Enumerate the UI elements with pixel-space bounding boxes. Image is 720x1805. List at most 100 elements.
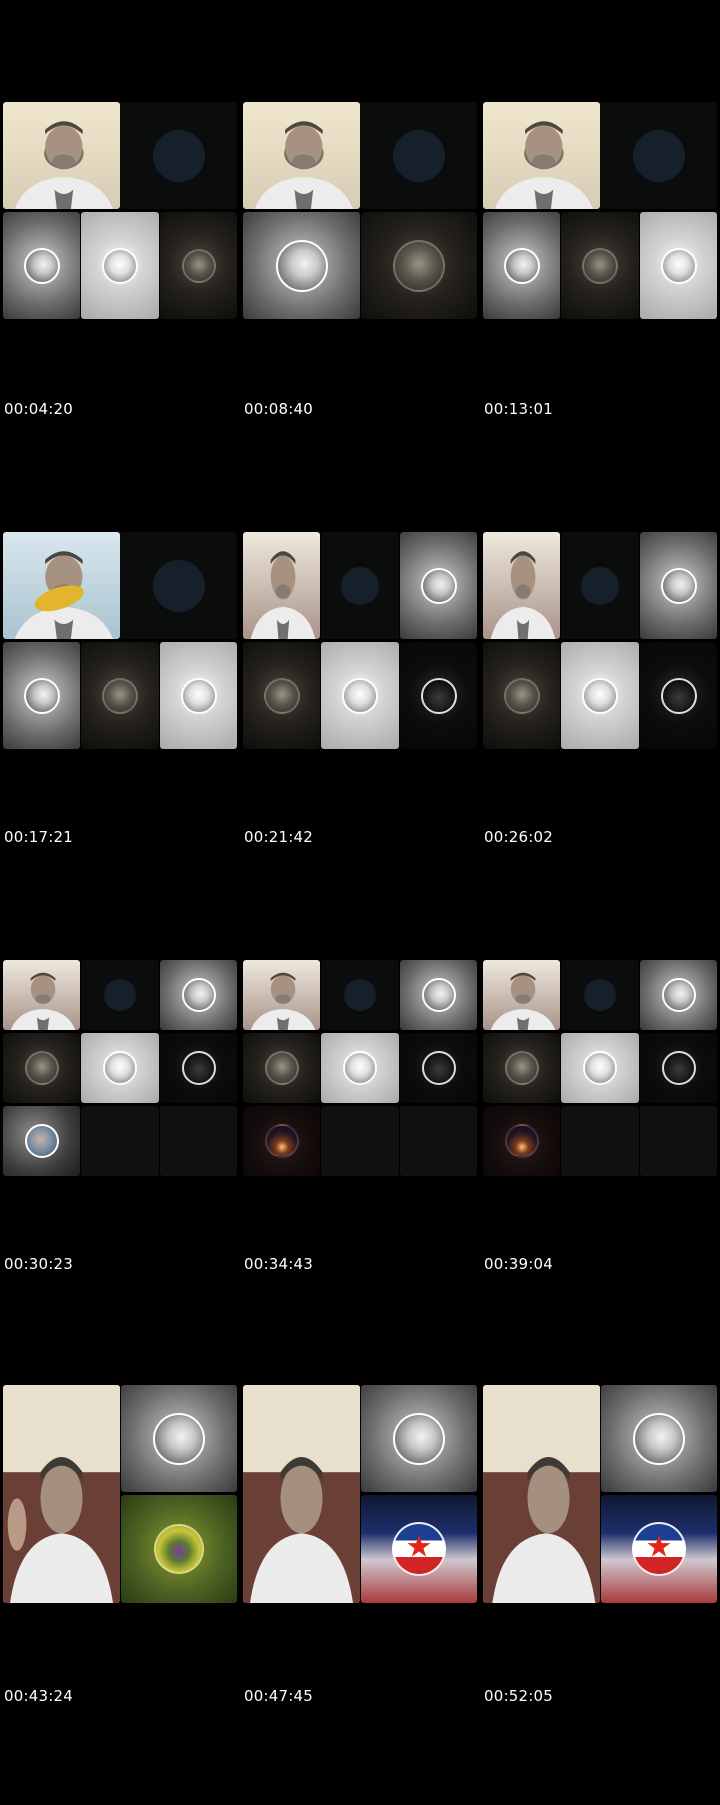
participant-tile[interactable]: [483, 642, 560, 749]
participant-tile[interactable]: [243, 1033, 320, 1103]
participant-tile[interactable]: [81, 212, 159, 319]
avatar: [24, 1051, 59, 1085]
avatar: [633, 1412, 685, 1465]
participant-tile[interactable]: [361, 212, 477, 319]
participant-tile[interactable]: [561, 642, 639, 749]
avatar: [263, 677, 300, 714]
participant-tile[interactable]: [561, 1033, 639, 1103]
person-icon: [483, 102, 600, 209]
avatar: [154, 1524, 204, 1574]
timestamp-label: 00:34:43: [244, 1255, 313, 1273]
camera-tile-host[interactable]: [3, 532, 120, 639]
camera-off-tile[interactable]: [321, 532, 399, 639]
avatar: [582, 677, 618, 714]
avatar: [343, 1051, 377, 1085]
camera-tile-host[interactable]: [483, 102, 600, 209]
empty-tile: [400, 1106, 477, 1176]
empty-tile: [81, 1106, 159, 1176]
participant-tile[interactable]: [640, 532, 717, 639]
participant-tile[interactable]: [400, 532, 477, 639]
participant-tile[interactable]: [121, 1385, 237, 1492]
avatar-placeholder-icon: [581, 566, 619, 605]
avatar: [583, 1051, 617, 1085]
participant-tile[interactable]: [640, 960, 717, 1030]
person-icon: [243, 960, 320, 1030]
avatar: [420, 677, 457, 714]
avatar: [23, 677, 60, 714]
participant-tile[interactable]: [3, 212, 80, 319]
timestamp-label: 00:21:42: [244, 828, 313, 846]
participant-tile[interactable]: [243, 212, 360, 319]
camera-tile-host[interactable]: [483, 960, 560, 1030]
frame-11: ★ 00:47:45: [243, 1385, 477, 1805]
frame-6: 00:26:02: [483, 532, 717, 952]
camera-tile-host[interactable]: [3, 102, 120, 209]
participant-tile[interactable]: [483, 1106, 560, 1176]
person-icon: [3, 1385, 120, 1603]
frame-9: 00:39:04: [483, 960, 717, 1380]
camera-tile-host[interactable]: [3, 960, 80, 1030]
timestamp-label: 00:39:04: [484, 1255, 553, 1273]
camera-off-tile[interactable]: [561, 532, 639, 639]
camera-tile-host[interactable]: [243, 532, 320, 639]
avatar: [264, 1051, 299, 1085]
participant-tile[interactable]: [160, 1033, 237, 1103]
camera-tile-host[interactable]: [483, 532, 560, 639]
participant-tile[interactable]: [361, 1385, 477, 1492]
participant-tile[interactable]: [640, 212, 717, 319]
camera-tile-host[interactable]: [243, 1385, 360, 1603]
person-icon: [243, 102, 360, 209]
avatar: [264, 1124, 299, 1158]
avatar: [503, 677, 540, 714]
avatar: [661, 978, 696, 1012]
participant-tile[interactable]: [400, 1033, 477, 1103]
avatar: [660, 677, 697, 714]
participant-tile[interactable]: [640, 642, 717, 749]
avatar: [103, 1051, 137, 1085]
participant-tile[interactable]: ★: [601, 1495, 717, 1603]
camera-tile-host[interactable]: [3, 1385, 120, 1603]
participant-tile[interactable]: [121, 1495, 237, 1603]
avatar: [421, 1051, 456, 1085]
frame-2: 00:08:40: [243, 102, 477, 522]
camera-off-tile[interactable]: [321, 960, 399, 1030]
participant-tile[interactable]: [160, 212, 237, 319]
participant-tile[interactable]: [3, 642, 80, 749]
camera-tile-host[interactable]: [483, 1385, 600, 1603]
participant-tile[interactable]: [400, 642, 477, 749]
camera-off-tile[interactable]: [360, 102, 477, 209]
participant-tile[interactable]: [601, 1385, 717, 1492]
participant-tile[interactable]: [243, 642, 320, 749]
participant-tile[interactable]: [160, 642, 237, 749]
camera-tile-host[interactable]: [243, 960, 320, 1030]
avatar: [102, 677, 138, 714]
camera-off-tile[interactable]: [120, 532, 237, 639]
timestamp-label: 00:47:45: [244, 1687, 313, 1705]
participant-tile[interactable]: [3, 1033, 80, 1103]
frame-12: ★ 00:52:05: [483, 1385, 717, 1805]
participant-tile[interactable]: [321, 1033, 399, 1103]
timestamp-label: 00:26:02: [484, 828, 553, 846]
participant-tile[interactable]: ★: [361, 1495, 477, 1603]
participant-tile[interactable]: [3, 1106, 80, 1176]
camera-tile-host[interactable]: [243, 102, 360, 209]
participant-tile[interactable]: [561, 212, 639, 319]
participant-tile[interactable]: [483, 1033, 560, 1103]
timestamp-label: 00:17:21: [4, 828, 73, 846]
participant-tile[interactable]: [400, 960, 477, 1030]
participant-tile[interactable]: [81, 642, 159, 749]
participant-tile[interactable]: [81, 1033, 159, 1103]
camera-off-tile[interactable]: [561, 960, 639, 1030]
participant-tile[interactable]: [321, 642, 399, 749]
participant-tile[interactable]: [483, 212, 560, 319]
camera-off-tile[interactable]: [81, 960, 159, 1030]
avatar: [342, 677, 378, 714]
camera-off-tile[interactable]: [600, 102, 717, 209]
empty-tile: [160, 1106, 237, 1176]
participant-tile[interactable]: [160, 960, 237, 1030]
camera-off-tile[interactable]: [120, 102, 237, 209]
participant-tile[interactable]: [243, 1106, 320, 1176]
participant-tile[interactable]: [640, 1033, 717, 1103]
avatar: [660, 567, 697, 604]
avatar: [420, 567, 457, 604]
